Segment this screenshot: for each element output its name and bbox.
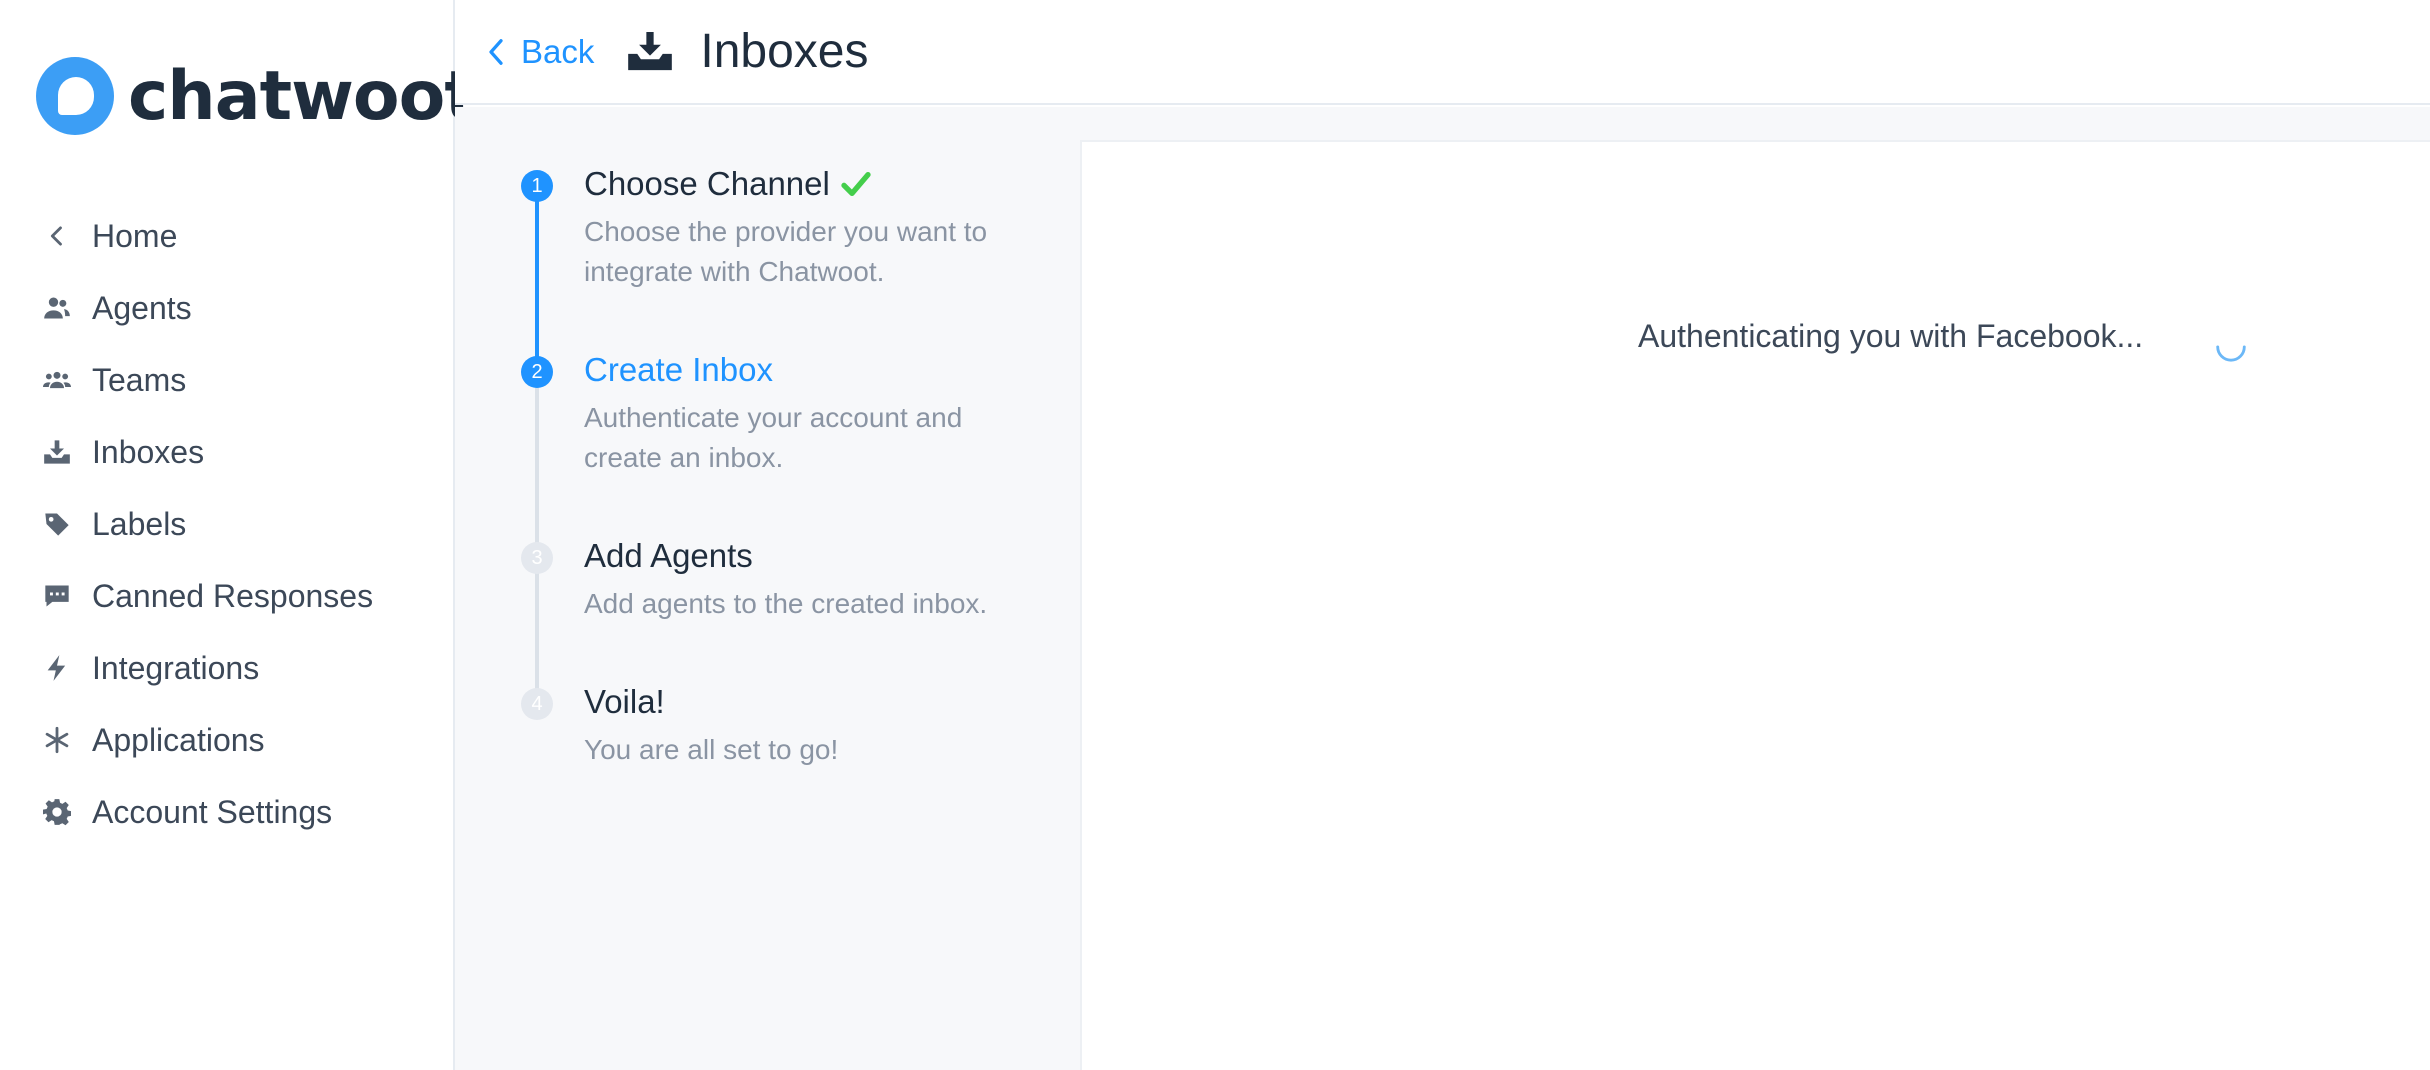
sidebar-item-label: Inboxes xyxy=(92,433,205,470)
sidebar-item-integrations[interactable]: Integrations xyxy=(0,632,455,704)
chat-bubble-icon xyxy=(40,579,74,613)
sidebar-item-agents[interactable]: Agents xyxy=(0,272,455,344)
step-title: Choose Channel xyxy=(584,165,872,203)
back-label: Back xyxy=(521,32,595,70)
page-header: Back Inboxes xyxy=(455,0,2430,105)
inbox-download-icon xyxy=(628,31,673,70)
step-number-badge: 1 xyxy=(521,170,553,202)
sidebar-nav: Home Agents Teams Inboxes Labels Canned … xyxy=(0,200,455,848)
back-button[interactable]: Back xyxy=(485,33,594,71)
sidebar: chatwoot Home Agents Teams Inboxes Label… xyxy=(0,0,477,1070)
sidebar-item-label: Labels xyxy=(92,505,187,542)
step-description: Add agents to the created inbox. xyxy=(584,588,988,619)
sidebar-item-applications[interactable]: Applications xyxy=(0,704,455,776)
sidebar-item-teams[interactable]: Teams xyxy=(0,344,455,416)
chevron-left-icon xyxy=(40,219,74,253)
sidebar-item-canned-responses[interactable]: Canned Responses xyxy=(0,560,455,632)
sidebar-item-label: Account Settings xyxy=(92,793,333,830)
wizard-steps: 1 Choose Channel Choose the provider you… xyxy=(455,107,1080,1070)
step-description: Authenticate your account and create an … xyxy=(584,402,963,473)
chevron-left-icon xyxy=(489,38,503,65)
step-description: Choose the provider you want to integrat… xyxy=(584,216,988,287)
step-number-badge: 3 xyxy=(521,542,553,574)
sidebar-item-inboxes[interactable]: Inboxes xyxy=(0,416,455,488)
sidebar-item-labels[interactable]: Labels xyxy=(0,488,455,560)
page-title: Inboxes xyxy=(700,25,869,78)
step-connector xyxy=(535,200,539,370)
sidebar-item-label: Canned Responses xyxy=(92,577,374,614)
step-connector xyxy=(535,370,539,555)
team-icon xyxy=(40,363,74,397)
checkmark-icon xyxy=(841,172,871,196)
inbox-download-icon xyxy=(40,435,74,469)
sidebar-item-label: Teams xyxy=(92,361,187,398)
step-title: Add Agents xyxy=(584,537,753,574)
step-connector xyxy=(535,555,539,700)
sidebar-item-label: Home xyxy=(92,217,178,254)
tag-icon xyxy=(40,507,74,541)
people-icon xyxy=(40,291,74,325)
sidebar-item-account-settings[interactable]: Account Settings xyxy=(0,776,455,848)
sidebar-item-label: Integrations xyxy=(92,649,260,686)
lightning-icon xyxy=(40,651,74,685)
step-number-badge: 2 xyxy=(521,356,553,388)
gear-icon xyxy=(40,795,74,829)
sidebar-item-home[interactable]: Home xyxy=(0,200,455,272)
auth-status-text: Authenticating you with Facebook... xyxy=(1638,318,2144,354)
asterisk-icon xyxy=(40,723,74,757)
step-number-badge: 4 xyxy=(521,688,553,720)
step-title-text: Choose Channel xyxy=(584,165,830,202)
sidebar-item-label: Agents xyxy=(92,289,192,326)
step-title: Voila! xyxy=(584,683,665,720)
step-description: You are all set to go! xyxy=(584,734,839,765)
chatwoot-logo[interactable]: chatwoot xyxy=(36,56,477,136)
brand-name: chatwoot xyxy=(128,56,477,136)
main-content: Authenticating you with Facebook... xyxy=(1080,140,2430,1070)
sidebar-item-label: Applications xyxy=(92,721,265,758)
loading-spinner-icon xyxy=(2216,345,2246,362)
step-title: Create Inbox xyxy=(584,351,773,388)
content-top-gap xyxy=(1080,107,2430,140)
chatwoot-logo-mark-icon xyxy=(36,57,114,135)
